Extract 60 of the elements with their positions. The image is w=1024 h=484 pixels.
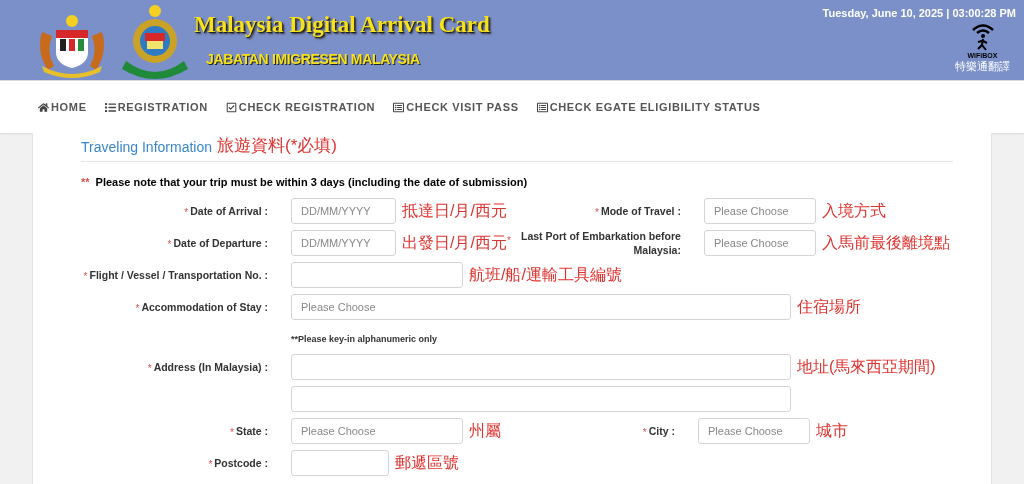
brand-caption: 特樂通翻譯 xyxy=(955,58,1010,73)
checkbox-icon xyxy=(225,101,237,113)
required-mark: * xyxy=(506,233,511,246)
home-icon xyxy=(38,101,49,113)
nav-link[interactable]: REGISTRATION xyxy=(104,98,208,116)
section-title: Traveling Information xyxy=(81,138,212,157)
required-mark: * xyxy=(135,302,140,316)
input-field[interactable]: Please Choose xyxy=(291,293,791,320)
input-field[interactable]: Please Choose xyxy=(703,197,816,224)
annotation-text: 入馬前最後離境點 xyxy=(821,234,950,251)
field-label: Date of Arrival : xyxy=(190,203,268,218)
field-label: Last Port of Embarkation before Malaysia: xyxy=(520,228,681,257)
field-label: Address (In Malaysia) : xyxy=(153,359,268,374)
site-subtitle: JABATAN IMIGRESEN MALAYSIA xyxy=(206,49,421,69)
site-title: Malaysia Digital Arrival Card xyxy=(194,11,490,39)
nav-link[interactable]: CHECK REGISTRATION xyxy=(225,98,376,116)
nav-link[interactable]: CHECK VISIT PASS xyxy=(393,98,519,116)
field-label: Accommodation of Stay : xyxy=(141,299,268,314)
document-icon xyxy=(536,101,548,113)
input-field[interactable]: DD/MM/YYYY xyxy=(291,229,396,256)
annotation-text: 航班/船/運輸工具編號 xyxy=(469,266,622,283)
input-field[interactable]: DD/MM/YYYY xyxy=(291,197,396,224)
annotation-text: 郵遞區號 xyxy=(395,454,459,471)
required-mark: * xyxy=(83,270,88,284)
nav-link[interactable]: CHECK EGATE ELIGIBILITY STATUS xyxy=(536,98,761,116)
document-icon xyxy=(393,101,405,113)
input-field[interactable]: Please Choose xyxy=(698,417,810,444)
hint-text: **Please key-in alphanumeric only xyxy=(291,333,438,344)
annotation-text: 入境方式 xyxy=(821,202,886,219)
list-icon xyxy=(104,101,116,113)
field-label: City : xyxy=(648,423,675,438)
required-mark: * xyxy=(208,458,213,472)
input-field[interactable] xyxy=(291,385,791,412)
input-field[interactable] xyxy=(291,353,791,380)
field-label: Postcode : xyxy=(214,455,268,470)
annotation-text: 州屬 xyxy=(469,422,501,439)
field-label: Date of Departure : xyxy=(173,235,268,250)
annotation-text: 城市 xyxy=(816,422,848,439)
annotation-text: 旅遊資料(*必填) xyxy=(217,135,337,157)
nav-link[interactable]: HOME xyxy=(38,98,87,116)
date-time: Tuesday, June 10, 2025 | 03:00:28 PM xyxy=(822,6,1016,21)
input-field[interactable]: Please Choose xyxy=(703,229,816,256)
required-mark: * xyxy=(167,238,172,252)
annotation-text: 出發日/月/西元 xyxy=(402,234,507,251)
field-label: Flight / Vessel / Transportation No. : xyxy=(89,267,268,282)
required-mark: * xyxy=(595,206,599,220)
input-field[interactable] xyxy=(291,449,389,476)
note-marker: ** xyxy=(81,175,90,190)
required-mark: * xyxy=(230,426,234,440)
input-field[interactable] xyxy=(291,261,463,288)
field-label: State : xyxy=(235,423,268,438)
required-mark: * xyxy=(184,206,189,220)
annotation-text: 地址(馬來西亞期間) xyxy=(797,358,936,375)
annotation-text: 抵達日/月/西元 xyxy=(402,202,507,219)
required-mark: * xyxy=(642,426,647,440)
annotation-text: 住宿場所 xyxy=(797,298,861,315)
required-mark: * xyxy=(147,362,152,376)
note-text: Please note that your trip must be within 3 days (including the date of submission) xyxy=(95,175,528,190)
field-label: Mode of Travel : xyxy=(600,203,681,218)
input-field[interactable]: Please Choose xyxy=(291,417,463,444)
